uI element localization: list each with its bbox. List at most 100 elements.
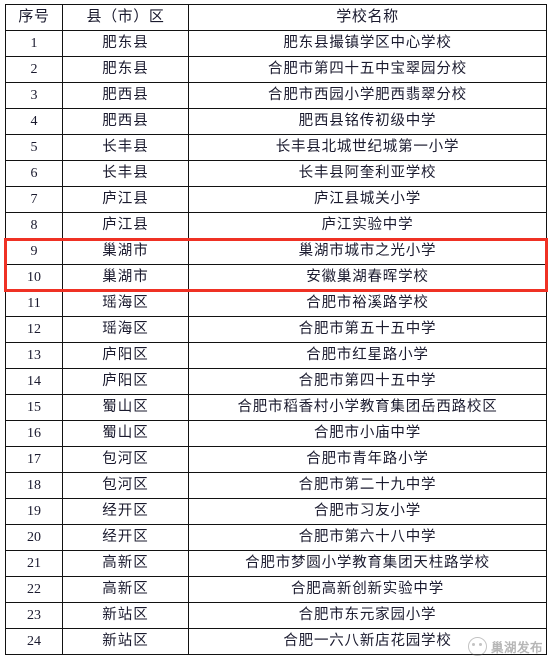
table-row: 4 肥西县 肥西县铭传初级中学 bbox=[5, 108, 547, 135]
cell-school-name: 巢湖市城市之光小学 bbox=[188, 238, 547, 265]
cell-school-name: 合肥市红星路小学 bbox=[188, 342, 547, 369]
cell-index: 23 bbox=[5, 602, 63, 629]
table-row: 23 新站区 合肥市东元家园小学 bbox=[5, 602, 547, 629]
cell-district: 瑶海区 bbox=[62, 316, 189, 343]
cell-district: 长丰县 bbox=[62, 134, 189, 161]
table-row: 20 经开区 合肥市第六十八中学 bbox=[5, 524, 547, 551]
table-row: 12 瑶海区 合肥市第五十五中学 bbox=[5, 316, 547, 343]
table-row: 3 肥西县 合肥市西园小学肥西翡翠分校 bbox=[5, 82, 547, 109]
cell-index: 7 bbox=[5, 186, 63, 213]
cell-district: 肥东县 bbox=[62, 30, 189, 57]
cell-index: 1 bbox=[5, 30, 63, 57]
cell-school-name: 合肥市西园小学肥西翡翠分校 bbox=[188, 82, 547, 109]
table-row: 1 肥东县 肥东县撮镇学区中心学校 bbox=[5, 30, 547, 57]
table-row: 15 蜀山区 合肥市稻香村小学教育集团岳西路校区 bbox=[5, 394, 547, 421]
cell-school-name: 肥东县撮镇学区中心学校 bbox=[188, 30, 547, 57]
cell-school-name: 合肥市第五十五中学 bbox=[188, 316, 547, 343]
table-row: 6 长丰县 长丰县阿奎利亚学校 bbox=[5, 160, 547, 187]
cell-school-name: 合肥市第六十八中学 bbox=[188, 524, 547, 551]
cell-school-name: 合肥市东元家园小学 bbox=[188, 602, 547, 629]
table-row: 21 高新区 合肥市梦圆小学教育集团天柱路学校 bbox=[5, 550, 547, 577]
cell-district: 庐阳区 bbox=[62, 368, 189, 395]
cell-district: 巢湖市 bbox=[62, 238, 189, 265]
table-header-row: 序号 县（市）区 学校名称 bbox=[5, 4, 547, 31]
table-body: 1 肥东县 肥东县撮镇学区中心学校 2 肥东县 合肥市第四十五中宝翠园分校 3 肥西县 合肥市西… bbox=[5, 30, 547, 655]
column-header-index: 序号 bbox=[5, 4, 63, 31]
cell-district: 经开区 bbox=[62, 498, 189, 525]
cell-index: 22 bbox=[5, 576, 63, 603]
cell-index: 19 bbox=[5, 498, 63, 525]
cell-index: 5 bbox=[5, 134, 63, 161]
cell-district: 高新区 bbox=[62, 576, 189, 603]
table-row: 24 新站区 合肥一六八新店花园学校 bbox=[5, 628, 547, 655]
cell-index: 24 bbox=[5, 628, 63, 655]
table-row: 7 庐江县 庐江县城关小学 bbox=[5, 186, 547, 213]
table-row: 17 包河区 合肥市青年路小学 bbox=[5, 446, 547, 473]
cell-index: 6 bbox=[5, 160, 63, 187]
cell-school-name: 合肥市小庙中学 bbox=[188, 420, 547, 447]
table-row: 19 经开区 合肥市习友小学 bbox=[5, 498, 547, 525]
cell-index: 17 bbox=[5, 446, 63, 473]
table-row: 18 包河区 合肥市第二十九中学 bbox=[5, 472, 547, 499]
cell-school-name: 长丰县北城世纪城第一小学 bbox=[188, 134, 547, 161]
cell-index: 18 bbox=[5, 472, 63, 499]
cell-district: 庐江县 bbox=[62, 212, 189, 239]
table-row: 5 长丰县 长丰县北城世纪城第一小学 bbox=[5, 134, 547, 161]
cell-index: 15 bbox=[5, 394, 63, 421]
table-row: 14 庐阳区 合肥市第四十五中学 bbox=[5, 368, 547, 395]
cell-index: 16 bbox=[5, 420, 63, 447]
cell-district: 瑶海区 bbox=[62, 290, 189, 317]
cell-index: 12 bbox=[5, 316, 63, 343]
cell-district: 肥东县 bbox=[62, 56, 189, 83]
cell-index: 9 bbox=[5, 238, 63, 265]
table-row: 13 庐阳区 合肥市红星路小学 bbox=[5, 342, 547, 369]
cell-district: 蜀山区 bbox=[62, 394, 189, 421]
cell-district: 新站区 bbox=[62, 628, 189, 655]
cell-district: 包河区 bbox=[62, 472, 189, 499]
cell-index: 3 bbox=[5, 82, 63, 109]
cell-index: 20 bbox=[5, 524, 63, 551]
cell-school-name: 合肥一六八新店花园学校 bbox=[188, 628, 547, 655]
table-row: 8 庐江县 庐江实验中学 bbox=[5, 212, 547, 239]
cell-school-name: 合肥市青年路小学 bbox=[188, 446, 547, 473]
cell-index: 2 bbox=[5, 56, 63, 83]
table-row: 10 巢湖市 安徽巢湖春晖学校 bbox=[5, 264, 547, 291]
table-header: 序号 县（市）区 学校名称 bbox=[5, 4, 547, 31]
table-row: 16 蜀山区 合肥市小庙中学 bbox=[5, 420, 547, 447]
document-page: 序号 县（市）区 学校名称 1 肥东县 肥东县撮镇学区中心学校 2 肥东县 合肥市第四十五… bbox=[0, 0, 551, 664]
cell-school-name: 合肥市梦圆小学教育集团天柱路学校 bbox=[188, 550, 547, 577]
cell-school-name: 庐江实验中学 bbox=[188, 212, 547, 239]
cell-school-name: 肥西县铭传初级中学 bbox=[188, 108, 547, 135]
cell-district: 肥西县 bbox=[62, 82, 189, 109]
column-header-school: 学校名称 bbox=[188, 4, 547, 31]
school-list-table: 序号 县（市）区 学校名称 1 肥东县 肥东县撮镇学区中心学校 2 肥东县 合肥市第四十五… bbox=[5, 4, 547, 655]
cell-district: 庐江县 bbox=[62, 186, 189, 213]
cell-school-name: 合肥市裕溪路学校 bbox=[188, 290, 547, 317]
column-header-district: 县（市）区 bbox=[62, 4, 189, 31]
cell-index: 8 bbox=[5, 212, 63, 239]
table-row: 22 高新区 合肥高新创新实验中学 bbox=[5, 576, 547, 603]
cell-district: 包河区 bbox=[62, 446, 189, 473]
cell-school-name: 合肥市第二十九中学 bbox=[188, 472, 547, 499]
cell-district: 肥西县 bbox=[62, 108, 189, 135]
cell-school-name: 安徽巢湖春晖学校 bbox=[188, 264, 547, 291]
cell-index: 4 bbox=[5, 108, 63, 135]
cell-index: 14 bbox=[5, 368, 63, 395]
cell-school-name: 长丰县阿奎利亚学校 bbox=[188, 160, 547, 187]
cell-district: 新站区 bbox=[62, 602, 189, 629]
cell-index: 10 bbox=[5, 264, 63, 291]
cell-school-name: 合肥市习友小学 bbox=[188, 498, 547, 525]
cell-district: 经开区 bbox=[62, 524, 189, 551]
cell-school-name: 庐江县城关小学 bbox=[188, 186, 547, 213]
cell-school-name: 合肥市稻香村小学教育集团岳西路校区 bbox=[188, 394, 547, 421]
cell-school-name: 合肥高新创新实验中学 bbox=[188, 576, 547, 603]
cell-district: 庐阳区 bbox=[62, 342, 189, 369]
cell-school-name: 合肥市第四十五中学 bbox=[188, 368, 547, 395]
cell-index: 21 bbox=[5, 550, 63, 577]
cell-index: 11 bbox=[5, 290, 63, 317]
cell-district: 巢湖市 bbox=[62, 264, 189, 291]
cell-district: 长丰县 bbox=[62, 160, 189, 187]
table-row: 11 瑶海区 合肥市裕溪路学校 bbox=[5, 290, 547, 317]
table-row: 9 巢湖市 巢湖市城市之光小学 bbox=[5, 238, 547, 265]
cell-district: 蜀山区 bbox=[62, 420, 189, 447]
